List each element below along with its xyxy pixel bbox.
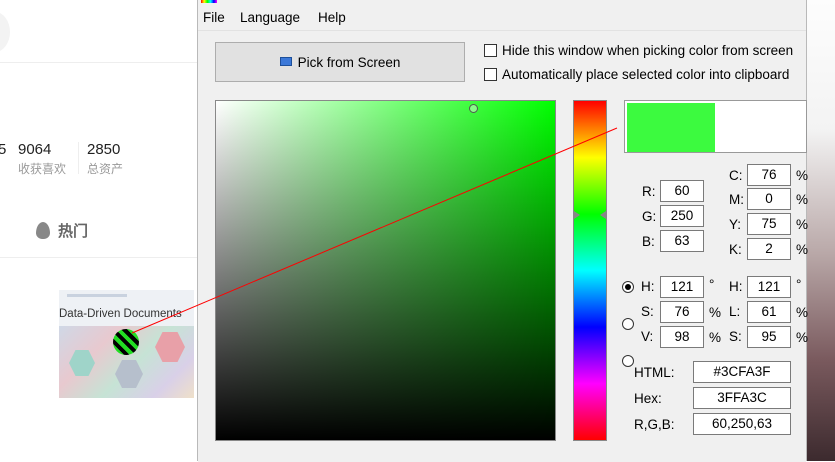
sampling-line — [131, 127, 618, 334]
sampling-line-overlay — [131, 127, 618, 334]
